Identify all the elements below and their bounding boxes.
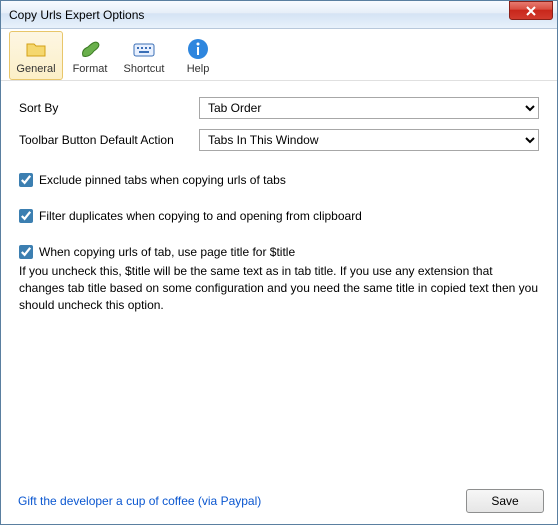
save-button[interactable]: Save bbox=[466, 489, 544, 513]
toolbar-action-row: Toolbar Button Default Action Tabs In Th… bbox=[19, 129, 539, 151]
folder-icon bbox=[24, 37, 48, 61]
toolbar: General Format Shortcut Help bbox=[1, 29, 557, 81]
exclude-pinned-label: Exclude pinned tabs when copying urls of… bbox=[39, 173, 286, 187]
tab-label: Help bbox=[187, 63, 210, 75]
sort-by-row: Sort By Tab Order bbox=[19, 97, 539, 119]
keyboard-icon bbox=[132, 37, 156, 61]
close-icon bbox=[526, 6, 536, 16]
use-title-help: If you uncheck this, $title will be the … bbox=[19, 263, 539, 313]
tab-label: Format bbox=[73, 63, 108, 75]
tab-format[interactable]: Format bbox=[63, 31, 117, 80]
content-panel: Sort By Tab Order Toolbar Button Default… bbox=[1, 81, 557, 313]
tab-label: Shortcut bbox=[124, 63, 165, 75]
filter-dup-checkbox[interactable] bbox=[19, 209, 33, 223]
exclude-pinned-checkbox[interactable] bbox=[19, 173, 33, 187]
use-title-label: When copying urls of tab, use page title… bbox=[39, 245, 295, 259]
footer: Gift the developer a cup of coffee (via … bbox=[0, 479, 558, 525]
sort-by-select[interactable]: Tab Order bbox=[199, 97, 539, 119]
use-title-checkbox[interactable] bbox=[19, 245, 33, 259]
filter-dup-row: Filter duplicates when copying to and op… bbox=[19, 209, 539, 223]
tab-general[interactable]: General bbox=[9, 31, 63, 80]
sort-by-label: Sort By bbox=[19, 101, 199, 115]
titlebar: Copy Urls Expert Options bbox=[1, 1, 557, 29]
close-button[interactable] bbox=[509, 1, 553, 20]
toolbar-action-label: Toolbar Button Default Action bbox=[19, 133, 199, 147]
info-icon bbox=[186, 37, 210, 61]
window-title: Copy Urls Expert Options bbox=[1, 8, 144, 22]
tab-help[interactable]: Help bbox=[171, 31, 225, 80]
tab-label: General bbox=[16, 63, 55, 75]
use-title-row: When copying urls of tab, use page title… bbox=[19, 245, 539, 259]
gift-link[interactable]: Gift the developer a cup of coffee (via … bbox=[18, 494, 261, 508]
tab-shortcut[interactable]: Shortcut bbox=[117, 31, 171, 80]
filter-dup-label: Filter duplicates when copying to and op… bbox=[39, 209, 362, 223]
toolbar-action-select[interactable]: Tabs In This Window bbox=[199, 129, 539, 151]
exclude-pinned-row: Exclude pinned tabs when copying urls of… bbox=[19, 173, 539, 187]
paint-icon bbox=[78, 37, 102, 61]
